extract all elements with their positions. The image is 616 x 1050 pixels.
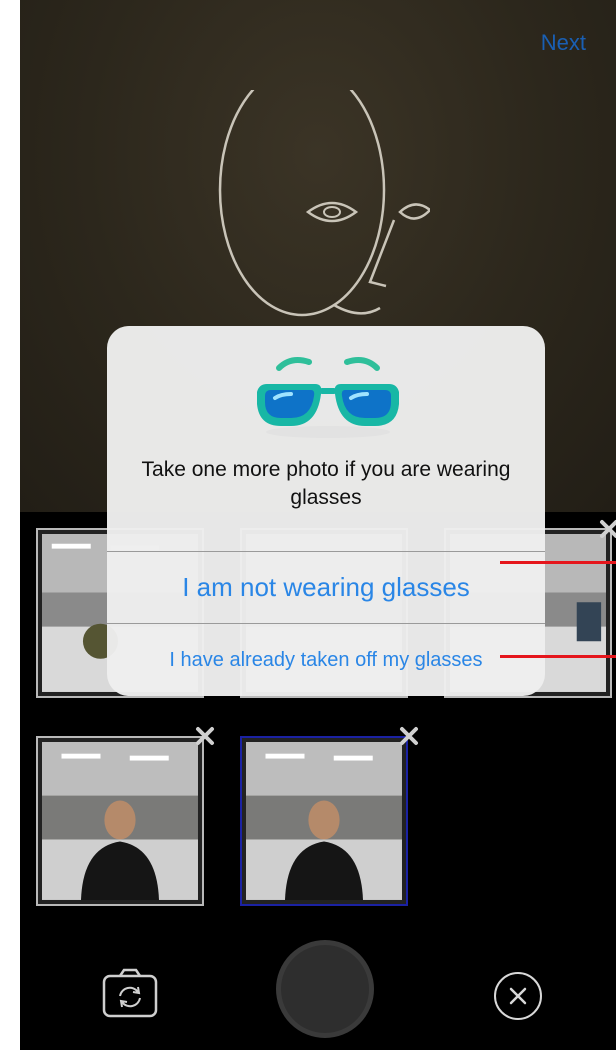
close-glyph-icon bbox=[509, 987, 527, 1005]
person-photo bbox=[42, 742, 198, 900]
close-icon[interactable] bbox=[494, 972, 542, 1020]
annotation-line bbox=[500, 561, 616, 564]
face-outline-guide bbox=[218, 90, 430, 317]
remove-photo-icon[interactable] bbox=[598, 518, 616, 540]
next-button[interactable]: Next bbox=[541, 30, 586, 56]
shutter-button[interactable] bbox=[276, 940, 374, 1038]
annotation-line bbox=[500, 655, 616, 658]
not-wearing-glasses-button[interactable]: I am not wearing glasses bbox=[107, 551, 545, 623]
taken-off-glasses-button[interactable]: I have already taken off my glasses bbox=[107, 623, 545, 696]
photo-thumbnail[interactable] bbox=[36, 736, 204, 906]
camera-controls bbox=[20, 930, 616, 1050]
dialog-message: Take one more photo if you are wearing g… bbox=[141, 458, 511, 509]
remove-photo-icon[interactable] bbox=[194, 725, 216, 747]
photo-thumbnail-selected[interactable] bbox=[240, 736, 408, 906]
glasses-icon bbox=[257, 357, 399, 438]
camera-flip-icon[interactable] bbox=[102, 968, 158, 1018]
glasses-alert-dialog: Take one more photo if you are wearing g… bbox=[107, 326, 545, 696]
person-photo bbox=[246, 742, 402, 900]
remove-photo-icon[interactable] bbox=[398, 725, 420, 747]
